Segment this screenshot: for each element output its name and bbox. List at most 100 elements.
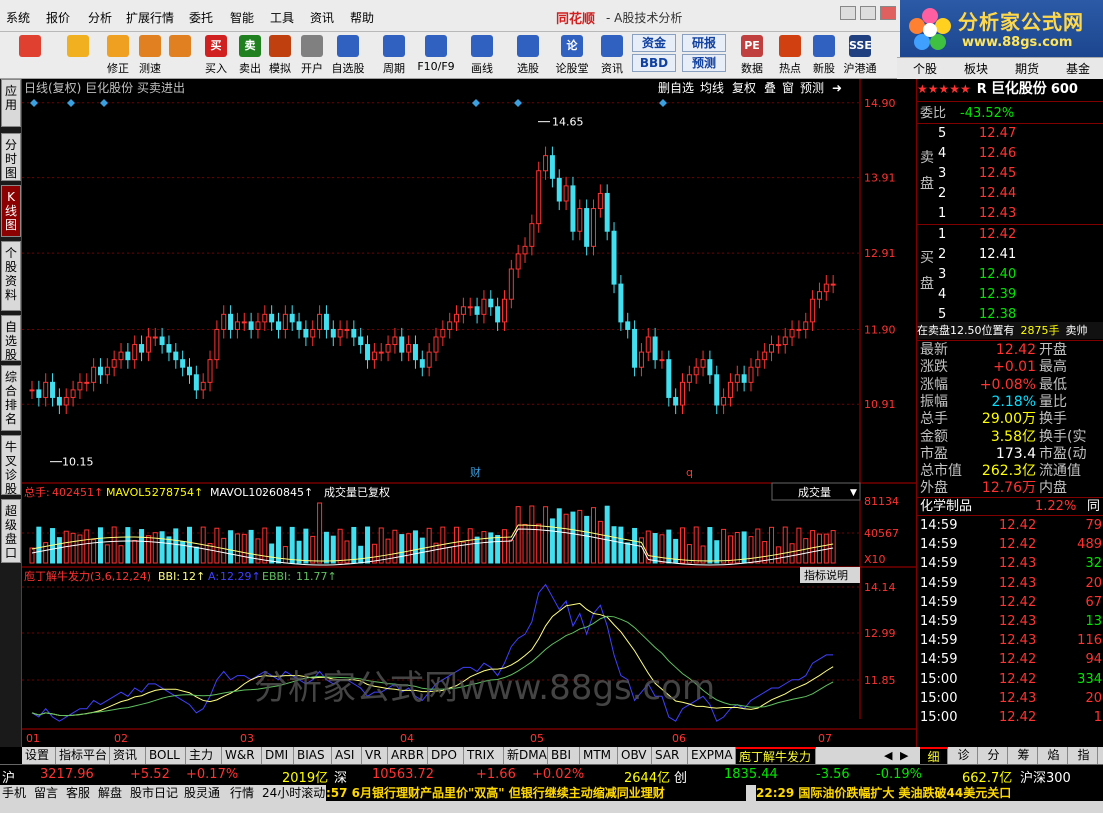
indicator-tab[interactable]: ARBR: [388, 747, 428, 764]
bid-row[interactable]: 3 12.40: [917, 266, 1103, 283]
right-tab[interactable]: 基金: [1054, 60, 1102, 77]
news-ticker[interactable]: :57 6月银行理财产品里价"双高" 但银行继续主动缩减同业理财: [326, 785, 746, 801]
detail-tab[interactable]: 细: [920, 747, 948, 764]
tab-scroll-right-icon[interactable]: ▶: [900, 747, 908, 764]
indicator-tab[interactable]: 资讯: [110, 747, 146, 764]
tab-scroll-left-icon[interactable]: ◀: [884, 747, 892, 764]
bid-row[interactable]: 2 12.41: [917, 246, 1103, 263]
indicator-tab[interactable]: BIAS: [294, 747, 332, 764]
indicator-tab[interactable]: 主力: [186, 747, 222, 764]
toolbar-text-button[interactable]: 研报: [682, 34, 726, 52]
maximize-button[interactable]: [860, 6, 876, 20]
menu-item[interactable]: 委托: [189, 9, 213, 26]
bid-row[interactable]: 5 12.38: [917, 306, 1103, 323]
screen-button[interactable]: 选股: [512, 34, 544, 77]
status-item[interactable]: 股灵通: [184, 785, 220, 801]
bid-row[interactable]: 4 12.39: [917, 286, 1103, 303]
status-item[interactable]: 留言: [34, 785, 58, 801]
star-button[interactable]: 自选股: [332, 34, 365, 77]
pe-button[interactable]: PE 数据: [736, 34, 768, 77]
news-button[interactable]: 资讯: [596, 34, 628, 77]
finance-marker[interactable]: 财: [470, 465, 481, 479]
indicator-tab[interactable]: BOLL: [146, 747, 186, 764]
f10-button[interactable]: F10/F9: [417, 34, 455, 77]
news-ticker[interactable]: 22:29 国际油价跌幅扩大 美油跌破44美元关口: [756, 785, 1103, 801]
indicator-tab[interactable]: VR: [362, 747, 388, 764]
close-button[interactable]: [880, 6, 896, 20]
menu-item[interactable]: 智能: [230, 9, 254, 26]
indicator-tab[interactable]: 新DMA: [504, 747, 548, 764]
menu-item[interactable]: 帮助: [350, 9, 374, 26]
indicator-tab[interactable]: 设置: [22, 747, 56, 764]
status-item[interactable]: 24小时滚动: [262, 785, 325, 801]
hk-button[interactable]: SSE 沪港通: [844, 34, 877, 77]
detail-tab[interactable]: 诊: [950, 747, 978, 764]
pen-button[interactable]: 画线: [466, 34, 498, 77]
chart-arrow-icon[interactable]: ➜: [832, 81, 842, 95]
minimize-button[interactable]: [840, 6, 856, 20]
indicator-tab[interactable]: W&R: [222, 747, 262, 764]
indicator-tab[interactable]: EXPMA: [688, 747, 736, 764]
left-tab[interactable]: 牛叉诊股: [1, 435, 21, 496]
chart-header-button[interactable]: 窗: [782, 81, 794, 95]
detail-tab[interactable]: 焰: [1040, 747, 1068, 764]
chart-canvas[interactable]: 日线(复权) 巨化股份 买卖进出 删自选 均线 复权叠窗预测 ➜ 14.90 13.91 12…: [22, 79, 916, 747]
chart-header-button[interactable]: 删自选: [658, 81, 694, 95]
status-item[interactable]: 客服: [66, 785, 90, 801]
buy-button[interactable]: 买买入: [200, 34, 232, 77]
right-tab[interactable]: 期货: [1003, 60, 1051, 77]
status-item[interactable]: 手机: [2, 785, 26, 801]
left-tab[interactable]: 超级盘口: [1, 499, 21, 563]
menu-item[interactable]: 资讯: [310, 9, 334, 26]
ask-row[interactable]: 2 12.44: [917, 185, 1103, 202]
hot-button[interactable]: 热点: [774, 34, 806, 77]
cycle-button[interactable]: 周期: [378, 34, 410, 77]
status-item[interactable]: 解盘: [98, 785, 122, 801]
menu-item[interactable]: 系统: [6, 9, 30, 26]
indicator-tab[interactable]: BBI: [548, 747, 580, 764]
toolbar-text-button[interactable]: 预测: [682, 54, 726, 72]
left-tab[interactable]: 自选股: [1, 315, 21, 362]
right-tab[interactable]: 个股: [901, 60, 949, 77]
detail-tab[interactable]: 分: [980, 747, 1008, 764]
ask-row[interactable]: 4 12.46: [917, 145, 1103, 162]
menu-item[interactable]: 报价: [46, 9, 70, 26]
status-item[interactable]: 股市日记: [130, 785, 178, 801]
indicator-tab[interactable]: 指标平台: [56, 747, 110, 764]
detail-tab[interactable]: 指: [1070, 747, 1098, 764]
new-stock-button[interactable]: 新股: [808, 34, 840, 77]
chart-header-button[interactable]: 预测: [800, 81, 824, 95]
clock-button[interactable]: [164, 34, 196, 77]
forum-button[interactable]: 论论股堂: [556, 34, 589, 77]
chart-header-button[interactable]: 叠: [764, 81, 776, 95]
right-tab[interactable]: 板块: [952, 60, 1000, 77]
ask-row[interactable]: 3 12.45: [917, 165, 1103, 182]
detail-tab[interactable]: 筹: [1010, 747, 1038, 764]
toolbar-text-button[interactable]: BBD: [632, 54, 676, 72]
indicator-tab[interactable]: 庖丁解牛发力: [736, 747, 816, 764]
left-tab[interactable]: 个股资料: [1, 241, 21, 311]
left-tab[interactable]: 分时图: [1, 133, 21, 181]
menu-item[interactable]: 扩展行情: [126, 9, 174, 26]
chart-header-button[interactable]: 均线: [700, 81, 724, 95]
chart-header-button[interactable]: 复权: [732, 81, 756, 95]
squares-button[interactable]: [14, 34, 46, 77]
bid-row[interactable]: 1 12.42: [917, 226, 1103, 243]
indicator-tab[interactable]: DMI: [262, 747, 294, 764]
ask-row[interactable]: 5 12.47: [917, 125, 1103, 142]
indicator-tab[interactable]: MTM: [580, 747, 618, 764]
back-arrow-button[interactable]: [62, 34, 94, 77]
speed-button[interactable]: 测速: [134, 34, 166, 77]
status-item[interactable]: 行情: [230, 785, 254, 801]
toolbar-text-button[interactable]: 资金: [632, 34, 676, 52]
lock-button[interactable]: 开户: [296, 34, 328, 77]
chart-area[interactable]: 日线(复权) 巨化股份 买卖进出 删自选 均线 复权叠窗预测 ➜ 14.90 13.91 12…: [22, 79, 916, 747]
indicator-tab[interactable]: TRIX: [464, 747, 504, 764]
indicator-tab[interactable]: ASI: [332, 747, 362, 764]
ask-row[interactable]: 1 12.43: [917, 205, 1103, 222]
menu-item[interactable]: 工具: [270, 9, 294, 26]
left-tab[interactable]: 综合排名: [1, 365, 21, 431]
left-tab[interactable]: K线图: [1, 185, 21, 237]
left-tab[interactable]: 应用: [1, 79, 21, 127]
indicator-tab[interactable]: DPO: [428, 747, 464, 764]
